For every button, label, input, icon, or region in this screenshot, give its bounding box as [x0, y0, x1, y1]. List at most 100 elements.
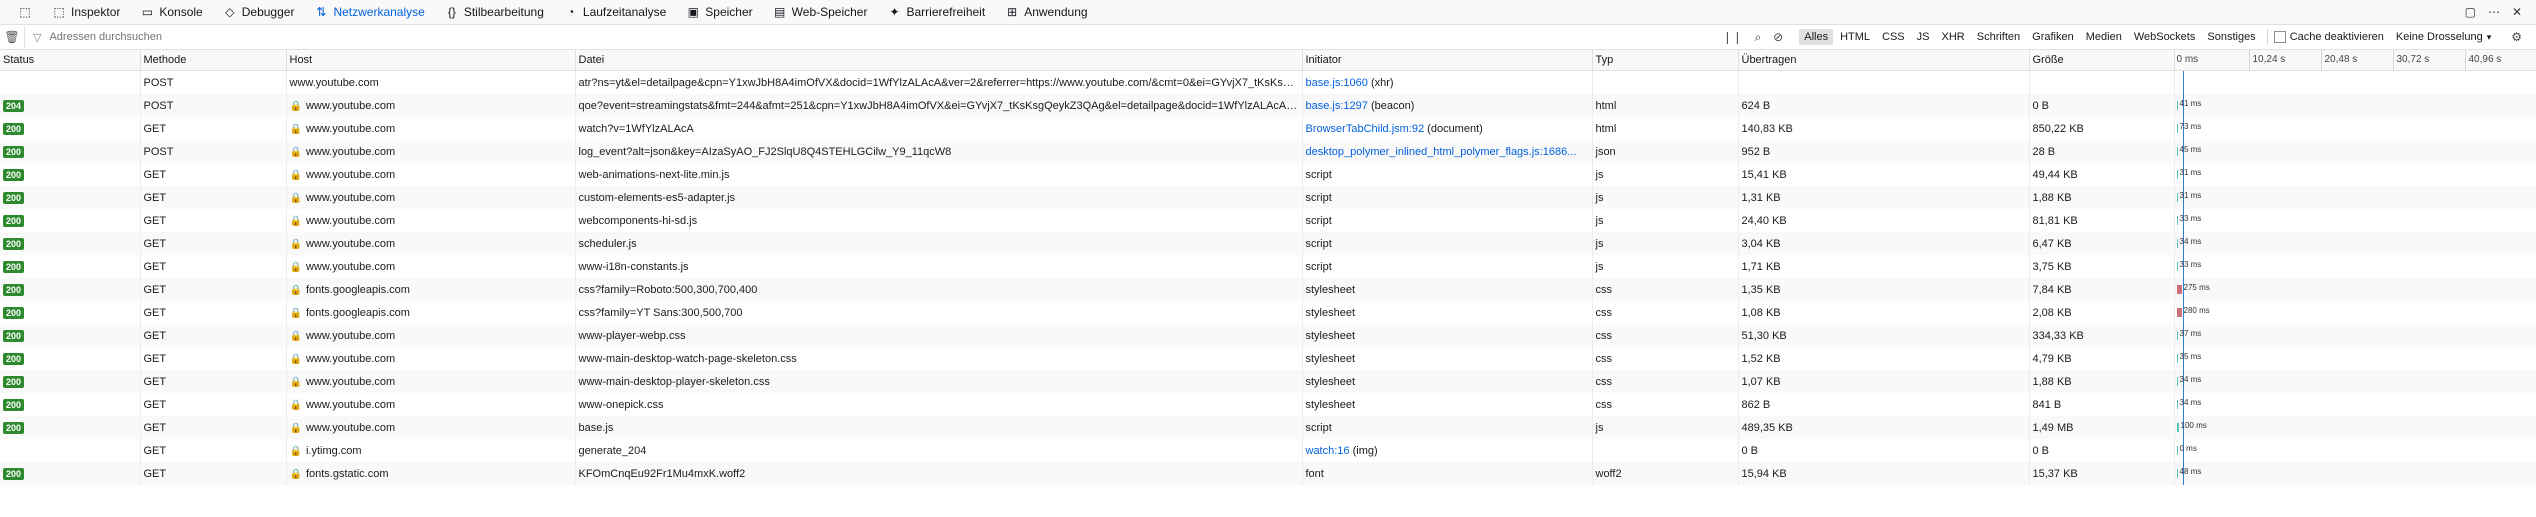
- column-header-größe[interactable]: Größe: [2029, 50, 2175, 71]
- size-cell: 334,33 KB: [2029, 324, 2175, 347]
- table-row[interactable]: POST www.youtube.com atr?ns=yt&el=detailpa…: [0, 70, 2536, 94]
- size-cell: 28 B: [2029, 140, 2175, 163]
- table-row[interactable]: 200 GET 🔒 www.youtube.com web-animations-nex…: [0, 163, 2536, 186]
- table-header: Status Methode Host Datei Initiator Typ Übertr…: [0, 50, 2536, 71]
- tab-speicher[interactable]: ▣ Speicher: [676, 0, 762, 24]
- table-row[interactable]: 200 GET 🔒 www.youtube.com base.js script js 489…: [0, 416, 2536, 439]
- tab-stilbearbeitung[interactable]: {} Stilbearbeitung: [435, 0, 554, 24]
- method-cell: GET: [140, 439, 287, 462]
- style-editor-icon: {}: [447, 5, 456, 19]
- dock-icon[interactable]: ▢: [2465, 5, 2476, 19]
- initiator-link[interactable]: watch:16: [1306, 445, 1350, 457]
- filter-type-xhr[interactable]: XHR: [1937, 29, 1970, 45]
- table-row[interactable]: 200 GET 🔒 www.youtube.com www-main-desktop-p…: [0, 370, 2536, 393]
- tab-web-speicher[interactable]: ▤ Web-Speicher: [763, 0, 878, 24]
- initiator-link[interactable]: base.js:1060: [1306, 77, 1368, 89]
- table-row[interactable]: 200 GET 🔒 fonts.googleapis.com css?family=Ro…: [0, 278, 2536, 301]
- filter-type-html[interactable]: HTML: [1835, 29, 1875, 45]
- tab-barrierefreiheit[interactable]: ✦ Barrierefreiheit: [877, 0, 995, 24]
- initiator-link[interactable]: base.js:1297: [1306, 100, 1368, 112]
- timing-bar: [2176, 239, 2178, 248]
- type-cell: js: [1592, 255, 1739, 278]
- waterfall-cell: 33 ms: [2174, 255, 2536, 278]
- initiator-cell: script: [1302, 232, 1593, 255]
- throttling-select[interactable]: Keine Drosselung ▾: [2396, 31, 2505, 43]
- block-icon[interactable]: ⊘: [1767, 30, 1789, 44]
- status-badge: 200: [3, 145, 25, 158]
- pause-icon[interactable]: ❘❘: [1716, 30, 1748, 44]
- more-options-icon[interactable]: ⋯: [2488, 5, 2500, 19]
- search-icon[interactable]: ⌕: [1748, 30, 1767, 45]
- size-cell: 15,37 KB: [2029, 462, 2175, 485]
- filter-type-sonstiges[interactable]: Sonstiges: [2202, 29, 2260, 45]
- host-text: www.youtube.com: [305, 214, 396, 227]
- disable-cache-checkbox[interactable]: Cache deaktivieren: [2273, 31, 2384, 43]
- status-cell: 200: [0, 347, 141, 370]
- filter-type-grafiken[interactable]: Grafiken: [2027, 29, 2079, 45]
- filter-type-alles[interactable]: Alles: [1799, 29, 1834, 45]
- column-header-übertragen[interactable]: Übertragen: [1738, 50, 2030, 71]
- initiator-link[interactable]: desktop_polymer_inlined_html_polymer_fla…: [1306, 146, 1577, 158]
- transferred-cell: 624 B: [1738, 94, 2030, 117]
- column-header-methode[interactable]: Methode: [140, 50, 287, 71]
- filter-type-schriften[interactable]: Schriften: [1972, 29, 2025, 45]
- column-header-host[interactable]: Host: [286, 50, 576, 71]
- table-row[interactable]: 200 GET 🔒 www.youtube.com webcomponents-hi-s…: [0, 209, 2536, 232]
- tab-netzwerkanalyse[interactable]: ⇅ Netzwerkanalyse: [304, 0, 434, 24]
- filter-type-js[interactable]: JS: [1912, 29, 1935, 45]
- column-header-typ[interactable]: Typ: [1592, 50, 1739, 71]
- url-filter-input[interactable]: [47, 30, 652, 44]
- column-header-status[interactable]: Status: [0, 50, 141, 71]
- table-row[interactable]: 200 GET 🔒 www.youtube.com scheduler.js script…: [0, 232, 2536, 255]
- table-row[interactable]: 200 GET 🔒 www.youtube.com www-main-desktop-w…: [0, 347, 2536, 370]
- tab-laufzeitanalyse[interactable]: ◔ Laufzeitanalyse: [554, 0, 676, 24]
- tab-label: Konsole: [159, 5, 203, 19]
- column-header-datei[interactable]: Datei: [575, 50, 1303, 71]
- status-badge: 200: [3, 168, 25, 181]
- element-picker-button[interactable]: ⬚: [8, 0, 42, 24]
- status-badge: 200: [3, 237, 25, 250]
- initiator-cell: script: [1302, 416, 1593, 439]
- file-cell: www-onepick.css: [575, 393, 1303, 416]
- close-icon[interactable]: ✕: [2512, 5, 2522, 19]
- table-row[interactable]: 200 GET 🔒 www.youtube.com www-onepick.css sty…: [0, 393, 2536, 416]
- type-cell: html: [1592, 117, 1739, 140]
- timing-bar: [2176, 308, 2182, 317]
- tab-konsole[interactable]: ▭ Konsole: [130, 0, 212, 24]
- size-cell: 4,79 KB: [2029, 347, 2175, 370]
- timing-bar: [2176, 170, 2178, 179]
- table-row[interactable]: 200 POST 🔒 www.youtube.com log_event?alt=jso…: [0, 140, 2536, 163]
- tab-inspektor[interactable]: ⬚ Inspektor: [42, 0, 130, 24]
- timeline-tick: 0 ms: [2176, 54, 2199, 65]
- table-row[interactable]: 200 GET 🔒 www.youtube.com custom-elements-es…: [0, 186, 2536, 209]
- column-header-initiator[interactable]: Initiator: [1302, 50, 1593, 71]
- filter-type-css[interactable]: CSS: [1877, 29, 1910, 45]
- settings-gear-icon[interactable]: ⚙: [2505, 30, 2536, 44]
- status-cell: [0, 70, 141, 94]
- tab-anwendung[interactable]: ⊞ Anwendung: [995, 0, 1097, 24]
- chevron-down-icon: ▾: [2486, 31, 2492, 42]
- checkbox-box: [2273, 31, 2286, 43]
- table-row[interactable]: 200 GET 🔒 fonts.googleapis.com css?family=YT…: [0, 301, 2536, 324]
- timing-bar: [2176, 262, 2178, 271]
- waterfall-cell: 73 ms: [2174, 117, 2536, 140]
- filter-type-websockets[interactable]: WebSockets: [2129, 29, 2201, 45]
- table-row[interactable]: 204 POST 🔒 www.youtube.com qoe?event=streami…: [0, 94, 2536, 117]
- table-row[interactable]: 200 GET 🔒 fonts.gstatic.com KFOmCnqEu92Fr1Mu…: [0, 462, 2536, 485]
- table-row[interactable]: 200 GET 🔒 www.youtube.com www-i18n-constants…: [0, 255, 2536, 278]
- status-badge: 200: [3, 467, 25, 480]
- table-row[interactable]: GET 🔒 i.ytimg.com generate_204 watch:16 (img…: [0, 439, 2536, 462]
- table-row[interactable]: 200 GET 🔒 www.youtube.com www-player-webp.cs…: [0, 324, 2536, 347]
- initiator-link[interactable]: BrowserTabChild.jsm:92: [1306, 123, 1425, 135]
- filter-type-medien[interactable]: Medien: [2081, 29, 2127, 45]
- column-header-waterfall[interactable]: 0 ms 10,24 s 20,48 s 30,72 s 40,96 s: [2174, 50, 2536, 71]
- clear-requests-icon[interactable]: 🗑: [0, 30, 24, 44]
- picker-icon: ⬚: [19, 5, 31, 19]
- type-cell: js: [1592, 232, 1739, 255]
- table-row[interactable]: 200 GET 🔒 www.youtube.com watch?v=1WfYlzALAc…: [0, 117, 2536, 140]
- lock-icon: 🔒: [289, 192, 302, 204]
- lock-icon: 🔒: [289, 215, 302, 227]
- method-cell: GET: [140, 117, 287, 140]
- tab-debugger[interactable]: ◇ Debugger: [213, 0, 305, 24]
- lock-icon: 🔒: [289, 445, 302, 457]
